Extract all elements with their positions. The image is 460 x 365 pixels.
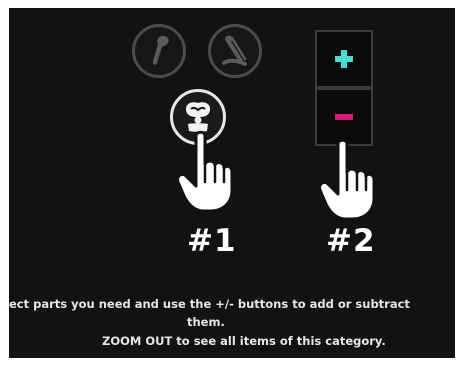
step-2-label: #2 <box>326 223 376 259</box>
leg-bone-icon <box>222 35 247 66</box>
category-arm-bone-button[interactable] <box>132 24 186 78</box>
category-leg-bone-button[interactable] <box>208 24 262 78</box>
instruction-line-1: ect parts you need and use the +/- butto… <box>9 297 410 311</box>
pointing-hand-icon <box>176 130 234 213</box>
add-part-button[interactable] <box>315 30 373 88</box>
instruction-line-2: them. <box>187 315 225 329</box>
arm-bone-icon <box>152 36 169 65</box>
pointing-hand-icon <box>318 138 376 221</box>
step-1-label: #1 <box>187 223 237 259</box>
instruction-line-3: ZOOM OUT to see all items of this catego… <box>102 334 386 348</box>
tutorial-panel: #1 #2 ect parts you need and use the +/-… <box>9 8 455 358</box>
plus-icon <box>335 50 353 68</box>
minus-icon <box>335 114 353 120</box>
